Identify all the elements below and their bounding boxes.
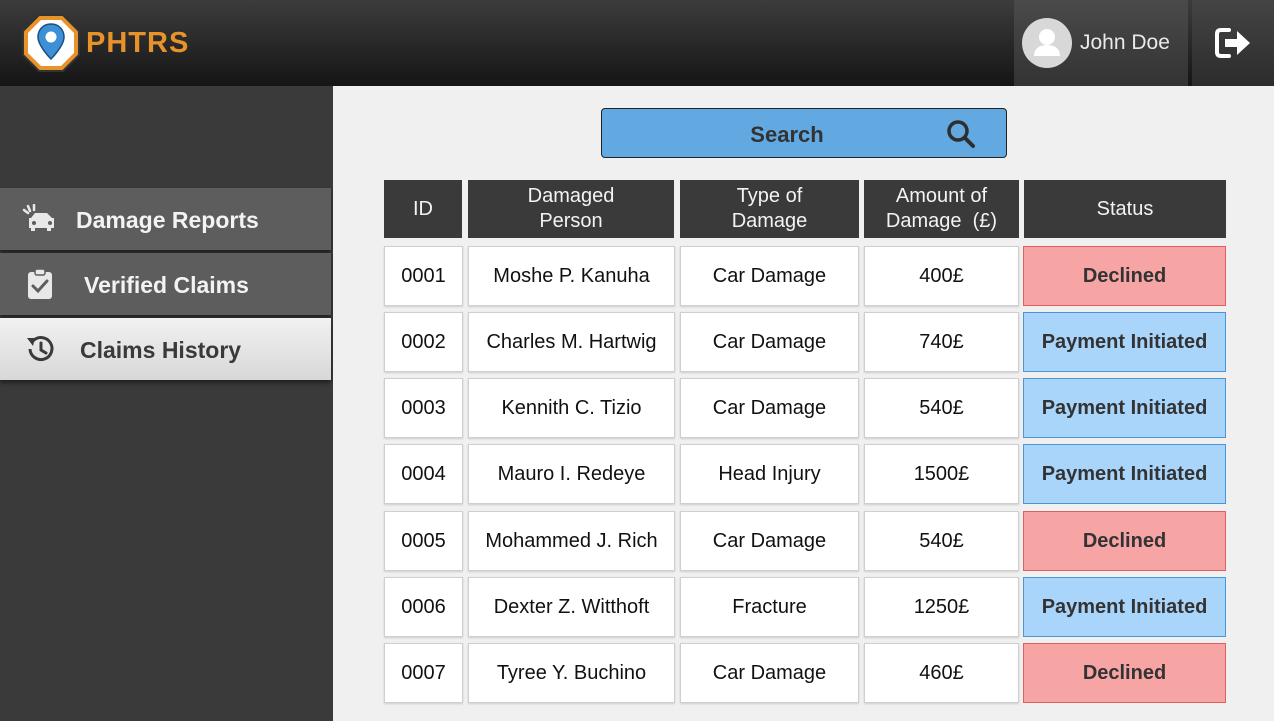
clipboard-check-icon	[28, 269, 52, 299]
history-icon	[27, 336, 54, 362]
cell-id: 0002	[384, 312, 463, 372]
column-header-amount: Amount of Damage (£)	[864, 180, 1019, 238]
cell-damaged-person: Moshe P. Kanuha	[468, 246, 675, 306]
column-header-id: ID	[384, 180, 462, 238]
column-header-damaged-person: Damaged Person	[468, 180, 674, 238]
user-avatar-icon	[1022, 18, 1072, 68]
status-badge[interactable]: Declined	[1023, 643, 1226, 703]
sidebar: Damage Reports Verified Claims Claims Hi…	[0, 86, 333, 721]
logout-icon	[1215, 28, 1250, 58]
status-badge[interactable]: Payment Initiated	[1023, 444, 1226, 504]
cell-damaged-person: Charles M. Hartwig	[468, 312, 675, 372]
brand-name: PHTRS	[86, 27, 190, 59]
cell-type-of-damage: Car Damage	[680, 312, 859, 372]
car-crash-icon	[22, 204, 54, 231]
status-badge[interactable]: Payment Initiated	[1023, 312, 1226, 372]
cell-type-of-damage: Head Injury	[680, 444, 859, 504]
cell-damaged-person: Mauro I. Redeye	[468, 444, 675, 504]
cell-amount: 740£	[864, 312, 1019, 372]
cell-amount: 1500£	[864, 444, 1019, 504]
cell-amount: 1250£	[864, 577, 1019, 637]
sidebar-item-label: Damage Reports	[76, 207, 259, 233]
cell-amount: 460£	[864, 643, 1019, 703]
cell-id: 0006	[384, 577, 463, 637]
top-bar: PHTRS John Doe	[0, 0, 1274, 86]
status-badge[interactable]: Payment Initiated	[1023, 577, 1226, 637]
cell-type-of-damage: Fracture	[680, 577, 859, 637]
sidebar-item-label: Verified Claims	[84, 272, 249, 298]
sidebar-item-label: Claims History	[80, 337, 242, 363]
cell-amount: 400£	[864, 246, 1019, 306]
cell-type-of-damage: Car Damage	[680, 511, 859, 571]
header-line: Damage	[731, 210, 808, 232]
user-name: John Doe	[1080, 31, 1170, 54]
main-content: Search ID Damaged Person Type of Damage …	[333, 86, 1274, 721]
cell-amount: 540£	[864, 511, 1019, 571]
cell-type-of-damage: Car Damage	[680, 246, 859, 306]
logout-button[interactable]	[1192, 0, 1274, 86]
cell-id: 0007	[384, 643, 463, 703]
search-label: Search	[750, 122, 824, 147]
map-pin-badge-icon[interactable]	[22, 14, 80, 72]
cell-damaged-person: Mohammed J. Rich	[468, 511, 675, 571]
sidebar-item-damage-reports[interactable]: Damage Reports	[0, 188, 331, 250]
header-line: Amount of	[895, 185, 988, 207]
status-badge[interactable]: Declined	[1023, 511, 1226, 571]
sidebar-item-claims-history[interactable]: Claims History	[0, 318, 331, 380]
header-line: Type of	[736, 185, 803, 207]
column-header-type-of-damage: Type of Damage	[680, 180, 859, 238]
header-line: Damaged	[527, 185, 615, 207]
cell-amount: 540£	[864, 378, 1019, 438]
search-bar[interactable]: Search	[601, 108, 1007, 158]
search-icon[interactable]	[946, 119, 976, 149]
status-badge[interactable]: Payment Initiated	[1023, 378, 1226, 438]
cell-type-of-damage: Car Damage	[680, 643, 859, 703]
cell-id: 0004	[384, 444, 463, 504]
cell-damaged-person: Dexter Z. Witthoft	[468, 577, 675, 637]
cell-damaged-person: Tyree Y. Buchino	[468, 643, 675, 703]
cell-id: 0001	[384, 246, 463, 306]
cell-id: 0003	[384, 378, 463, 438]
cell-id: 0005	[384, 511, 463, 571]
header-line: Person	[539, 210, 603, 232]
column-header-status: Status	[1024, 180, 1226, 238]
sidebar-item-verified-claims[interactable]: Verified Claims	[0, 253, 331, 315]
header-line: Damage (£)	[885, 210, 998, 232]
cell-damaged-person: Kennith C. Tizio	[468, 378, 675, 438]
user-menu[interactable]: John Doe	[1014, 0, 1188, 86]
status-badge[interactable]: Declined	[1023, 246, 1226, 306]
cell-type-of-damage: Car Damage	[680, 378, 859, 438]
